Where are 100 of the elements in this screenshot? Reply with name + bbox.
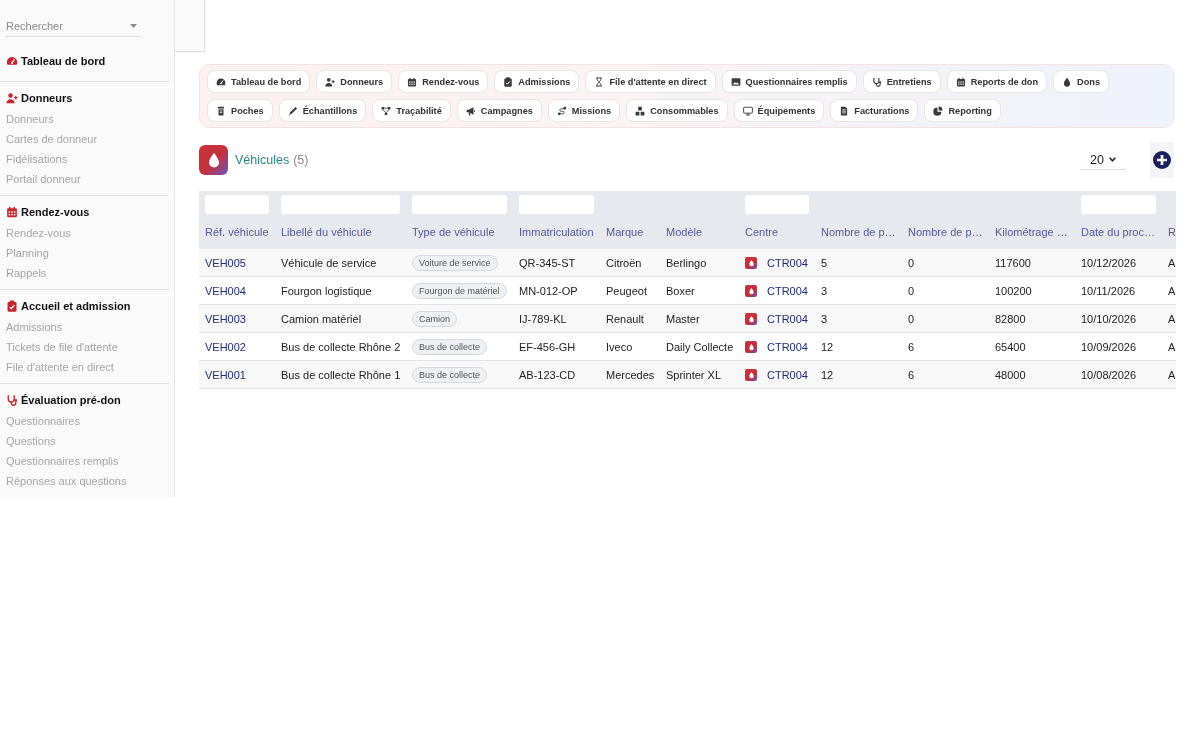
table-cell: 10/10/2026 (1081, 312, 1137, 325)
quick-link-button[interactable]: Équipements (733, 99, 825, 122)
table-cell: 12 (821, 368, 834, 381)
quick-link-button[interactable]: Dons (1053, 70, 1109, 93)
quick-link-button[interactable]: Reporting (924, 99, 1001, 122)
column-header[interactable]: Centre (745, 225, 815, 239)
table-cell: Citroën (606, 256, 642, 269)
sidebar-heading[interactable]: Donneurs (0, 88, 169, 108)
document-icon (839, 105, 850, 116)
quick-link-button[interactable]: Admissions (494, 70, 580, 93)
calendar-icon (955, 76, 966, 87)
type-badge: Voiture de service (412, 254, 498, 271)
column-header[interactable]: Type de véhicule (412, 225, 513, 239)
column-header[interactable]: Nombre de p… (908, 225, 989, 239)
boxes-icon (635, 105, 646, 116)
pie-chart-icon (933, 105, 944, 116)
centre-link[interactable]: CTR004 (767, 312, 808, 325)
table-cell: Camion matériel (281, 312, 362, 325)
table-cell: Bus de collecte Rhône 2 (281, 340, 401, 353)
quick-link-button[interactable]: Consommables (626, 99, 728, 122)
quick-link-button[interactable]: Tableau de bord (207, 70, 311, 93)
centre-link[interactable]: CTR004 (767, 340, 808, 353)
quick-link-button[interactable]: Donneurs (316, 70, 393, 93)
add-button[interactable] (1150, 142, 1174, 178)
table-cell: A (1168, 256, 1176, 269)
quick-link-button[interactable]: Questionnaires remplis (721, 70, 857, 93)
table-cell: Renault (606, 312, 644, 325)
monitor-icon (742, 105, 753, 116)
vehicle-link[interactable]: VEH004 (205, 284, 246, 297)
drop-icon (745, 312, 757, 325)
jar-icon (216, 105, 226, 116)
sidebar-heading[interactable]: Tableau de bord (0, 51, 169, 71)
vehicle-link[interactable]: VEH005 (205, 256, 246, 269)
sidebar-heading[interactable]: Rendez-vous (0, 202, 169, 222)
calendar-icon (407, 76, 418, 87)
table-cell: A (1168, 312, 1176, 325)
table-cell: 48000 (995, 368, 1026, 381)
page-size-select[interactable]: 20 (1080, 150, 1126, 170)
table-cell: A (1168, 340, 1176, 353)
column-header[interactable]: Immatriculation (519, 225, 600, 239)
caret-down-icon (130, 24, 137, 28)
user-plus-icon (6, 92, 18, 104)
search-field[interactable]: Rechercher (5, 16, 142, 37)
column-header[interactable]: Nombre de p… (821, 225, 902, 239)
column-header[interactable]: Marque (606, 225, 660, 239)
centre-link[interactable]: CTR004 (767, 284, 808, 297)
table-cell: MN-012-OP (519, 284, 578, 297)
quick-link-button[interactable]: Missions (547, 99, 621, 122)
table-cell: QR-345-ST (519, 256, 576, 269)
table-cell: IJ-789-KL (519, 312, 567, 325)
column-header[interactable]: Réf. véhicule (205, 225, 275, 239)
table-cell: 0 (908, 256, 915, 269)
sidebar-heading[interactable]: Accueil et admission (0, 296, 169, 316)
vehicle-link[interactable]: VEH003 (205, 312, 246, 325)
quick-link-button[interactable]: Traçabilité (372, 99, 451, 122)
quick-link-button[interactable]: Poches (207, 99, 273, 122)
column-header[interactable]: Libellé du véhicule (281, 225, 406, 239)
pen-icon (287, 105, 298, 116)
quick-link-button[interactable]: Reports de don (946, 70, 1048, 93)
table-cell: 65400 (995, 340, 1026, 353)
vehicle-link[interactable]: VEH001 (205, 368, 246, 381)
drop-icon (745, 256, 757, 269)
table-cell: Peugeot (606, 284, 647, 297)
table-cell: Daily Collecte (666, 340, 734, 353)
table-cell: 117600 (995, 256, 1031, 269)
quick-link-button[interactable]: Rendez-vous (398, 70, 489, 93)
table-cell: AB-123-CD (519, 368, 576, 381)
table-cell: Master (666, 312, 700, 325)
column-header[interactable]: Modèle (666, 225, 739, 239)
table-cell: Véhicule de service (281, 256, 377, 269)
type-badge: Bus de collecte (412, 338, 488, 355)
clipboard-check-icon (503, 76, 514, 87)
table-cell: 6 (908, 340, 915, 353)
vehicle-link[interactable]: VEH002 (205, 340, 246, 353)
column-header[interactable]: Date du proc… (1081, 225, 1162, 239)
table-cell: Boxer (666, 284, 695, 297)
quick-link-button[interactable]: File d'attente en direct (585, 70, 716, 93)
sidebar-heading[interactable]: Évaluation pré-don (0, 390, 169, 410)
drop-icon (745, 368, 757, 381)
page-title: Véhicules (235, 153, 290, 167)
table-cell: Berlingo (666, 256, 707, 269)
quick-link-button[interactable]: Entretiens (862, 70, 941, 93)
table-cell: 10/08/2026 (1081, 368, 1137, 381)
table-cell: 3 (821, 312, 828, 325)
type-badge: Camion (412, 310, 457, 327)
table-cell: 6 (908, 368, 915, 381)
column-header[interactable]: R (1168, 225, 1176, 239)
centre-link[interactable]: CTR004 (767, 368, 808, 381)
drop-icon (1062, 76, 1073, 87)
record-count: (5) (293, 153, 309, 167)
quick-link-button[interactable]: Campagnes (456, 99, 542, 122)
centre-link[interactable]: CTR004 (767, 256, 808, 269)
drop-icon (199, 145, 228, 175)
drop-icon (745, 284, 757, 297)
table-cell: 0 (908, 284, 915, 297)
quick-link-button[interactable]: Facturations (830, 99, 919, 122)
table-cell: 3 (821, 284, 828, 297)
table-cell: Fourgon logistique (281, 284, 372, 297)
quick-link-button[interactable]: Échantillons (278, 99, 367, 122)
column-header[interactable]: Kilométrage … (995, 225, 1075, 239)
